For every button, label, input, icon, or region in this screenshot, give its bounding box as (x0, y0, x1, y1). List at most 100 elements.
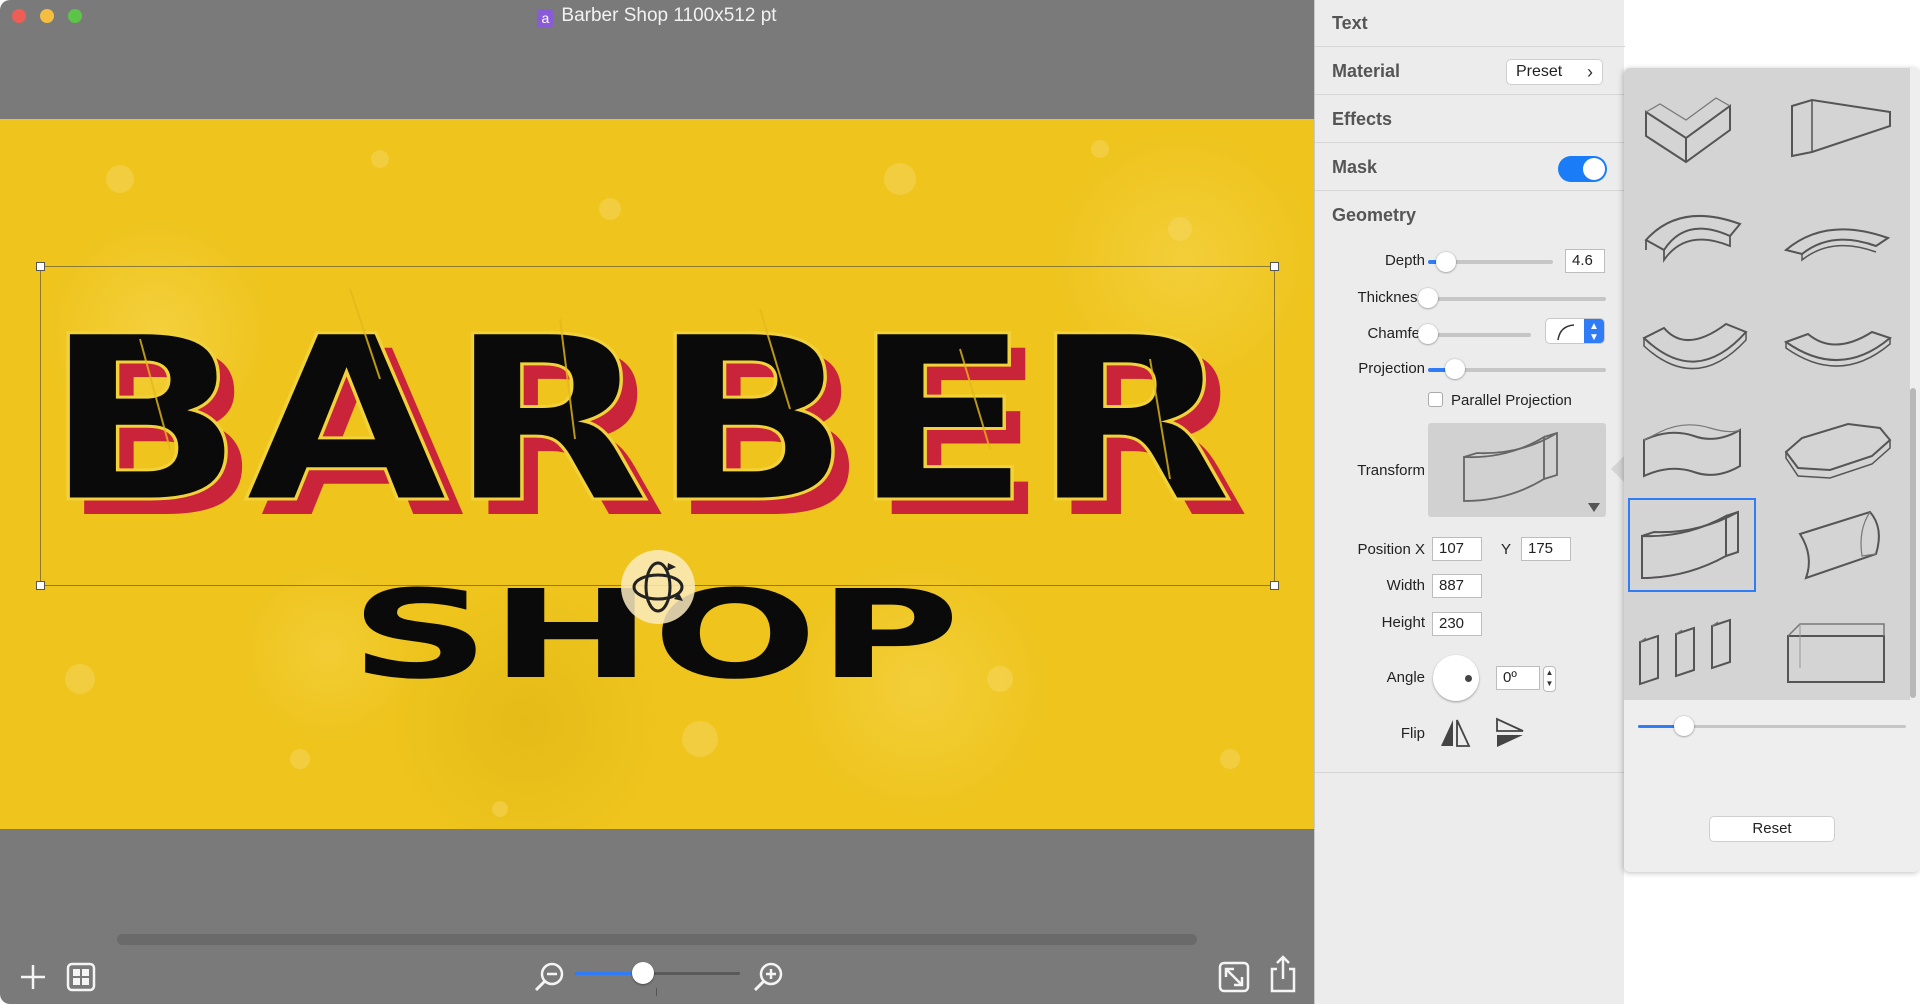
mask-toggle-knob (1583, 158, 1605, 180)
horizontal-scrollbar[interactable] (117, 934, 1197, 945)
share-icon (1270, 955, 1296, 993)
curved-panel-icon (1463, 431, 1600, 512)
shape-valley-thin[interactable] (1772, 294, 1900, 388)
position-x-field[interactable]: 107 (1432, 537, 1482, 561)
zoom-slider[interactable] (575, 972, 740, 975)
shape-wedge[interactable] (1772, 82, 1900, 176)
shape-octagon[interactable] (1772, 400, 1900, 494)
section-material[interactable]: Material Preset › (1315, 48, 1625, 95)
shape-valley[interactable] (1630, 294, 1758, 388)
chamfer-curve-icon (1557, 324, 1575, 341)
flip-horizontal-button[interactable] (1438, 716, 1472, 755)
box-shape-icon (1787, 623, 1885, 683)
valley-shape-icon (1642, 322, 1748, 370)
section-mask[interactable]: Mask (1315, 144, 1625, 191)
three-panels-shape-icon (1639, 618, 1731, 686)
document-icon: a (537, 9, 554, 28)
position-y-field[interactable]: 175 (1521, 537, 1571, 561)
title-bar: a Barber Shop 1100x512 pt (0, 0, 1314, 32)
artboard-canvas[interactable]: BARBER BARBER SHOP (0, 119, 1314, 829)
fit-to-window-button[interactable] (1218, 961, 1250, 998)
reset-button[interactable]: Reset (1709, 816, 1835, 842)
height-field[interactable]: 230 (1432, 612, 1482, 636)
resize-handle-bottom-left[interactable] (36, 581, 45, 590)
projection-label: Projection (1358, 360, 1425, 377)
document-title: a Barber Shop 1100x512 pt (0, 5, 1314, 28)
preset-button[interactable]: Preset › (1506, 59, 1603, 85)
arch-thin-shape-icon (1783, 228, 1891, 262)
wave-shape-icon (1643, 424, 1741, 478)
depth-field[interactable]: 4.6 (1565, 249, 1605, 273)
section-material-title: Material (1332, 61, 1401, 81)
chamfer-slider[interactable] (1428, 333, 1531, 337)
grid-icon (66, 962, 96, 992)
flip-label: Flip (1400, 725, 1425, 742)
resize-handle-bottom-right[interactable] (1270, 581, 1279, 590)
chevron-up-down-icon: ▲ ▼ (1584, 319, 1604, 343)
mask-toggle[interactable] (1558, 156, 1607, 182)
resize-handle-top-right[interactable] (1270, 262, 1279, 271)
zoom-in-icon (753, 962, 783, 992)
resize-arrows-icon (1218, 961, 1250, 993)
zoom-slider-thumb[interactable] (631, 962, 654, 984)
flip-vertical-button[interactable] (1493, 716, 1527, 755)
transform-shape-picker[interactable] (1428, 423, 1606, 517)
chamfer-slider-thumb[interactable] (1418, 324, 1438, 344)
position-x-label: Position X (1357, 541, 1425, 558)
projection-slider-thumb[interactable] (1444, 359, 1465, 379)
curved-panel-shape-icon (1641, 510, 1739, 580)
shape-arch-thin[interactable] (1772, 190, 1900, 284)
zoom-slider-tick (656, 988, 657, 996)
section-text[interactable]: Text (1315, 0, 1625, 47)
angle-dial[interactable] (1433, 655, 1479, 701)
layers-grid-button[interactable] (66, 962, 96, 997)
wedge-shape-icon (1791, 98, 1891, 158)
section-geometry-title: Geometry (1332, 205, 1417, 225)
height-label: Height (1381, 614, 1425, 631)
position-y-label: Y (1501, 541, 1512, 558)
document-title-text: Barber Shop 1100x512 pt (561, 5, 777, 26)
zoom-in-button[interactable] (752, 961, 784, 998)
angle-field[interactable]: 0º (1496, 666, 1540, 690)
shape-amount-slider-thumb[interactable] (1673, 716, 1694, 736)
depth-label: Depth (1384, 252, 1425, 269)
shape-cylinder-panel[interactable] (1772, 498, 1900, 592)
shape-grid-scrollbar[interactable] (1910, 388, 1916, 698)
shape-arch[interactable] (1630, 190, 1758, 284)
section-geometry[interactable]: Geometry (1315, 192, 1625, 239)
shape-wave[interactable] (1630, 400, 1758, 494)
section-mask-title: Mask (1332, 157, 1378, 177)
shape-three-panels[interactable] (1630, 602, 1758, 696)
thickness-slider[interactable] (1428, 297, 1606, 301)
add-layer-button[interactable] (18, 962, 48, 997)
flip-vertical-icon (1496, 717, 1524, 747)
thickness-slider-thumb[interactable] (1418, 288, 1438, 308)
shape-grid (1624, 68, 1910, 700)
chamfer-label: Chamfer (1367, 325, 1425, 342)
width-field[interactable]: 887 (1432, 574, 1482, 598)
section-effects[interactable]: Effects (1315, 96, 1625, 143)
parallel-projection-checkbox[interactable] (1428, 392, 1443, 407)
valley-thin-shape-icon (1783, 330, 1893, 367)
preset-button-label: Preset (1516, 63, 1563, 80)
shape-curved-panel[interactable] (1628, 498, 1756, 592)
angle-label: Angle (1386, 669, 1425, 686)
octagon-shape-icon (1784, 422, 1892, 479)
cylinder-panel-shape-icon (1798, 510, 1880, 580)
zoom-out-button[interactable] (533, 961, 565, 998)
chamfer-profile-popup[interactable]: ▲ ▼ (1545, 318, 1605, 344)
depth-slider-thumb[interactable] (1435, 252, 1456, 272)
angle-dial-indicator (1465, 675, 1472, 682)
shape-box[interactable] (1772, 602, 1900, 696)
parallel-projection-label: Parallel Projection (1451, 392, 1572, 409)
arch-shape-icon (1644, 214, 1742, 263)
selection-bounding-box[interactable] (36, 262, 1279, 590)
rotate-3d-handle[interactable] (621, 550, 695, 624)
popover-arrow (1611, 455, 1625, 483)
share-button[interactable] (1268, 955, 1298, 998)
resize-handle-top-left[interactable] (36, 262, 45, 271)
thickness-label: Thickness (1357, 289, 1425, 306)
angle-stepper[interactable]: ▲ ▼ (1543, 666, 1556, 692)
shape-fold-v[interactable] (1630, 82, 1758, 176)
plus-icon (21, 965, 45, 989)
